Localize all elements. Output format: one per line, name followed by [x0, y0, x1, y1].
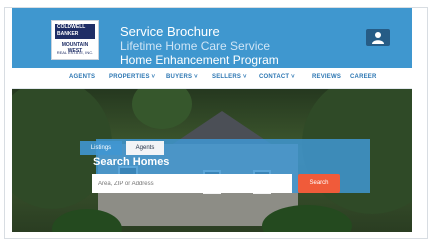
nav-sellers[interactable]: SELLERS ˅	[212, 74, 247, 80]
search-button[interactable]: Search	[298, 174, 340, 193]
hero-section	[12, 89, 412, 232]
tab-listings[interactable]: Listings	[80, 141, 122, 155]
nav-reviews[interactable]: REVIEWS	[312, 74, 341, 80]
nav-career[interactable]: CAREER	[350, 74, 377, 80]
tab-agents[interactable]: Agents	[126, 141, 164, 155]
header-title-line2: Lifetime Home Care Service	[120, 39, 271, 53]
nav-agents[interactable]: AGENTS	[69, 74, 95, 80]
header-title-line1: Service Brochure	[120, 24, 220, 39]
nav-properties[interactable]: PROPERTIES ˅	[109, 74, 155, 80]
user-menu-button[interactable]	[366, 29, 390, 46]
main-nav: AGENTS PROPERTIES ˅ BUYERS ˅ SELLERS ˅ C…	[12, 68, 412, 89]
search-input[interactable]	[92, 174, 292, 193]
header-title-line3: Home Enhancement Program	[120, 53, 279, 67]
logo-line3: REAL ESTATE, INC.	[56, 50, 94, 55]
logo-line1: COLDWELL BANKER	[55, 24, 95, 39]
nav-buyers[interactable]: BUYERS ˅	[166, 74, 198, 80]
nav-contact[interactable]: CONTACT ˅	[259, 74, 295, 80]
brand-logo: COLDWELL BANKER MOUNTAIN WEST REAL ESTAT…	[51, 20, 99, 60]
user-icon	[372, 32, 384, 44]
logo-line2: MOUNTAIN WEST	[61, 42, 89, 54]
search-title: Search Homes	[93, 156, 170, 168]
